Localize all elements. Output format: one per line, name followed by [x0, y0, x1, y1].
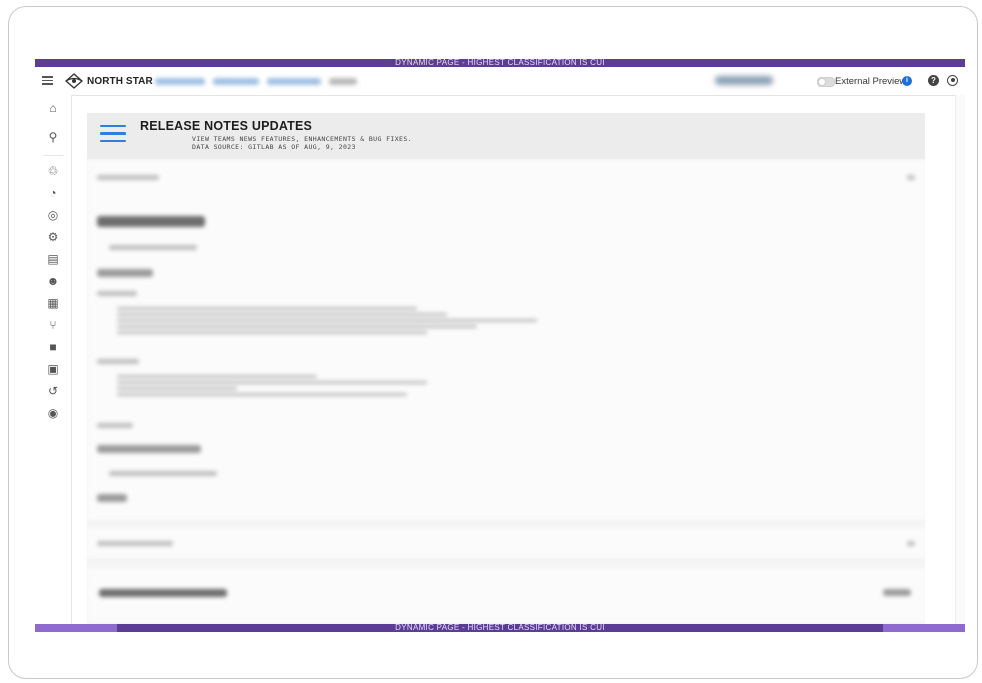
release-notes-header: RELEASE NOTES UPDATES VIEW TEAMS NEWS FE…	[87, 113, 925, 159]
smiley-icon[interactable]: ☻	[44, 272, 62, 290]
breadcrumb	[155, 75, 357, 87]
page-subtitle-line: VIEW TEAMS NEWS FEATURES, ENHANCEMENTS &…	[192, 135, 412, 143]
environment-label	[715, 76, 773, 85]
page-subtitle-line: DATA SOURCE: GITLAB AS OF AUG, 9, 2023	[192, 143, 356, 151]
gear-icon[interactable]: ⚙	[44, 228, 62, 246]
page-title: RELEASE NOTES UPDATES	[140, 119, 313, 133]
scrollbar-track[interactable]	[955, 95, 965, 624]
branch-icon[interactable]: ⑂	[44, 316, 62, 334]
classification-banner-top: DYNAMIC PAGE - HIGHEST CLASSIFICATION IS…	[35, 59, 965, 67]
classification-banner-top-text: DYNAMIC PAGE - HIGHEST CLASSIFICATION IS…	[395, 59, 605, 67]
refresh-icon[interactable]: ↺	[44, 382, 62, 400]
home-icon[interactable]: ⌂	[44, 99, 62, 117]
sidebar-divider	[43, 155, 63, 156]
external-preview-toggle[interactable]	[817, 77, 835, 87]
app-screen: NORTH STAR External Preview i ? ⌂ ⚲ ♲ ◔ …	[35, 67, 965, 624]
cast-icon[interactable]: ▣	[44, 360, 62, 378]
top-app-bar: NORTH STAR External Preview i ?	[35, 67, 965, 96]
classification-banner-bottom: DYNAMIC PAGE - HIGHEST CLASSIFICATION IS…	[35, 624, 965, 632]
banner-accent-left	[35, 624, 117, 632]
account-icon[interactable]	[947, 75, 958, 86]
release-notes-content: RELEASE NOTES UPDATES VIEW TEAMS NEWS FE…	[87, 113, 925, 624]
target-alt-icon[interactable]: ◉	[44, 404, 62, 422]
banner-accent-right	[883, 624, 965, 632]
help-icon[interactable]: ?	[928, 75, 939, 86]
breadcrumb-item[interactable]	[213, 77, 259, 85]
list-icon	[100, 125, 126, 143]
dashboard-icon[interactable]: ▦	[44, 294, 62, 312]
toolbox-icon[interactable]: ▤	[44, 250, 62, 268]
hamburger-menu-icon[interactable]	[41, 74, 55, 88]
release-panel-expanded[interactable]	[87, 161, 925, 522]
classification-banner-bottom-text: DYNAMIC PAGE - HIGHEST CLASSIFICATION IS…	[395, 624, 605, 632]
info-icon[interactable]: i	[902, 76, 912, 86]
release-notes-body	[87, 161, 925, 624]
north-star-logo-icon[interactable]	[65, 73, 83, 89]
page-subtitle: VIEW TEAMS NEWS FEATURES, ENHANCEMENTS &…	[192, 135, 412, 151]
external-preview-label: External Preview	[835, 76, 907, 87]
window-frame: DYNAMIC PAGE - HIGHEST CLASSIFICATION IS…	[8, 6, 978, 679]
release-panel-collapsed[interactable]	[87, 529, 925, 560]
target-icon[interactable]: ◎	[44, 206, 62, 224]
book-icon[interactable]: ■	[44, 338, 62, 356]
brand-name[interactable]: NORTH STAR	[87, 76, 153, 87]
breadcrumb-item-current	[329, 77, 357, 85]
compass-icon[interactable]: ◔	[44, 184, 62, 202]
recycle-icon[interactable]: ♲	[44, 162, 62, 180]
core-functionality-panel[interactable]	[87, 569, 925, 624]
breadcrumb-item[interactable]	[267, 77, 321, 85]
search-icon[interactable]: ⚲	[44, 128, 62, 146]
sidebar: ⌂ ⚲ ♲ ◔ ◎ ⚙ ▤ ☻ ▦ ⑂ ■ ▣ ↺ ◉	[35, 95, 72, 624]
breadcrumb-item[interactable]	[155, 77, 205, 85]
